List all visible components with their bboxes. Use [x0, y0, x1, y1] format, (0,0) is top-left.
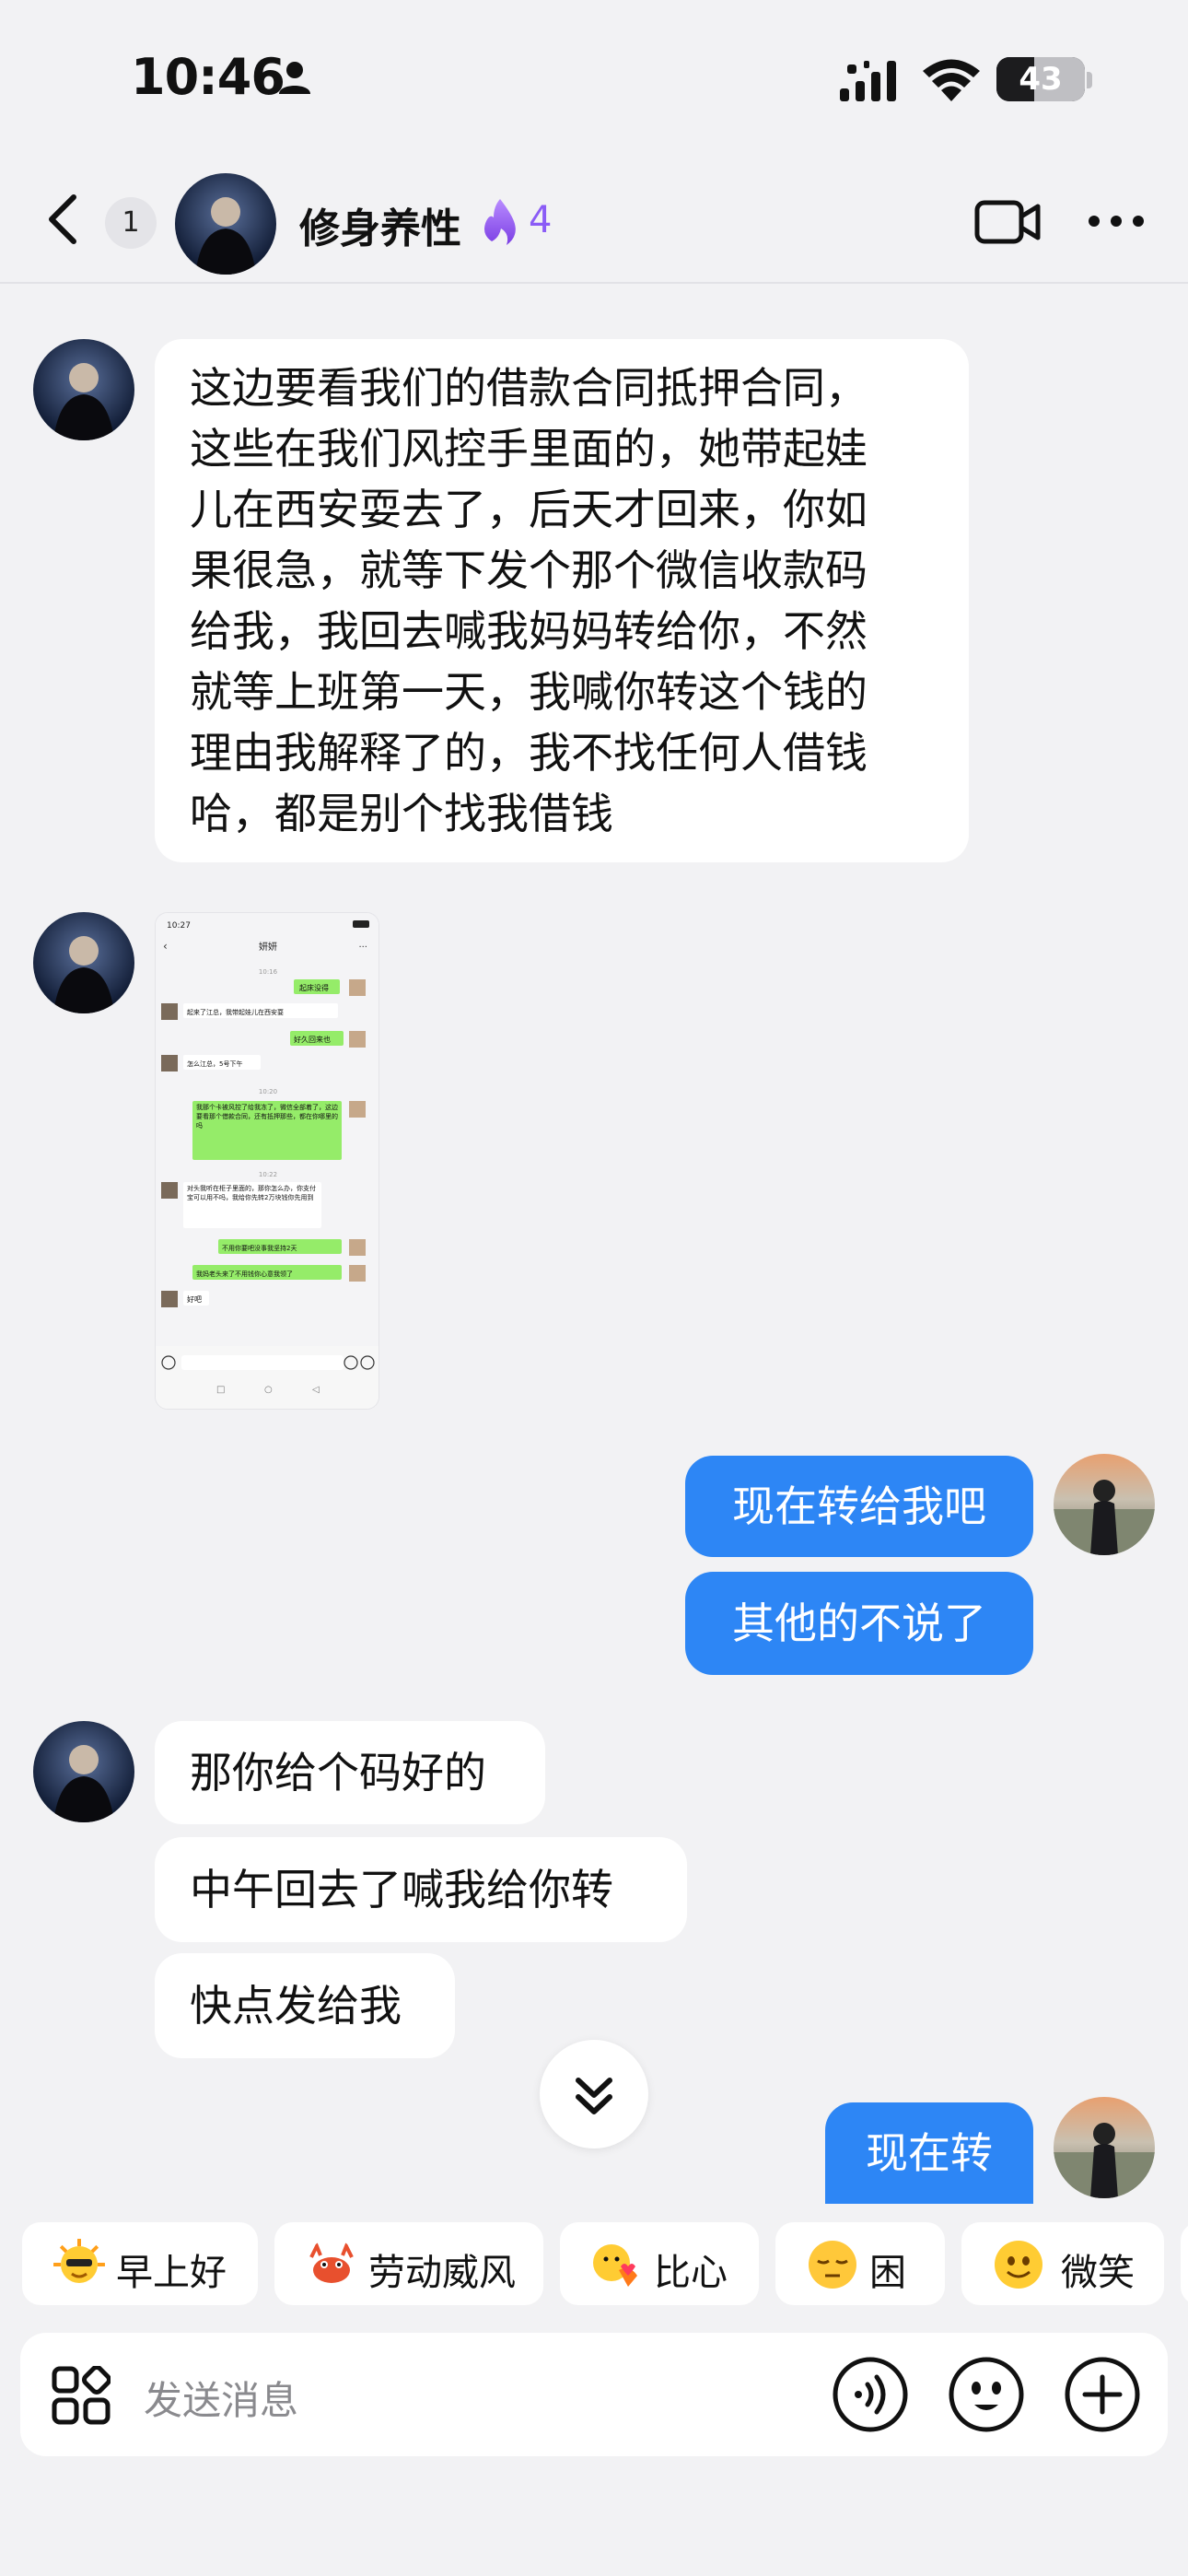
voice-icon[interactable]: [831, 2355, 910, 2434]
flame-icon: [484, 199, 516, 245]
message-line: 就等上班第一天，我喊你转这个钱的: [190, 667, 868, 717]
svg-text:10:20: 10:20: [259, 1088, 277, 1095]
status-bar: 10:46 43: [0, 0, 1188, 157]
shot-title: 妍妍: [259, 941, 277, 953]
message-bubble-incoming[interactable]: 中午回去了喊我给你转: [155, 1837, 687, 1942]
svg-text:‹: ‹: [163, 940, 168, 953]
wifi-icon: [923, 59, 980, 101]
scroll-down-icon: [576, 2078, 612, 2114]
quick-reply-chip[interactable]: [1181, 2222, 1188, 2305]
chat-header: 1 修身养性 4: [0, 157, 1188, 284]
message-bubble-outgoing[interactable]: 其他的不说了: [685, 1572, 1033, 1675]
quick-reply-chip[interactable]: 微笑: [961, 2222, 1164, 2305]
quick-reply-label: 早上好: [116, 2252, 227, 2294]
svg-text:···: ···: [358, 943, 367, 953]
message-line: 果很急，就等下发个那个微信收款码: [190, 545, 868, 595]
back-chevron-icon[interactable]: [44, 192, 81, 247]
svg-text:起来了江总，我带起娃儿在西安耍: 起来了江总，我带起娃儿在西安耍: [187, 1008, 284, 1016]
sleepy-face-icon: [809, 2241, 856, 2289]
quick-reply-chip[interactable]: 比心: [560, 2222, 759, 2305]
contact-avatar[interactable]: [33, 912, 134, 1013]
signal-icon: [840, 61, 896, 101]
message-bubble-outgoing[interactable]: 现在转给我吧: [685, 1456, 1033, 1557]
message-line: 儿在西安耍去了，后天才回来，你如: [190, 485, 868, 534]
svg-text:□: □: [216, 1385, 225, 1395]
more-icon[interactable]: [1087, 212, 1146, 230]
svg-text:怎么江总，5号下午: 怎么江总，5号下午: [187, 1060, 242, 1068]
scroll-down-button[interactable]: [540, 2040, 648, 2149]
svg-text:起床没得: 起床没得: [299, 983, 329, 992]
shot-time: 10:27: [167, 921, 191, 931]
battery-nub: [1087, 72, 1092, 88]
svg-text:好久回来也: 好久回来也: [294, 1035, 331, 1044]
quick-reply-label: 劳动威风: [368, 2252, 516, 2294]
svg-text:○: ○: [264, 1385, 273, 1395]
message-line: 理由我解释了的，我不找任何人借钱: [190, 728, 868, 778]
message-line: 这边要看我们的借款合同抵押合同，: [190, 363, 868, 413]
person-icon: [279, 62, 310, 94]
status-time: 10:46: [131, 48, 285, 106]
quick-reply-chip[interactable]: 劳动威风: [274, 2222, 543, 2305]
plus-icon[interactable]: [1063, 2355, 1142, 2434]
quick-reply-label: 微笑: [1061, 2252, 1135, 2294]
quick-reply-label: 比心: [654, 2252, 728, 2294]
contact-avatar[interactable]: [175, 173, 276, 275]
emoji-icon[interactable]: [947, 2355, 1026, 2434]
crab-sticker-icon: [309, 2242, 354, 2283]
svg-text:10:22: 10:22: [259, 1171, 277, 1178]
image-message-screenshot[interactable]: 10:27 ‹ 妍妍 ··· 10:16 起床没得 起来了江总，我带起娃儿在西安…: [155, 912, 379, 1410]
svg-text:好吧: 好吧: [187, 1294, 202, 1304]
sun-sticker-icon: [53, 2239, 105, 2283]
message-bubble-incoming[interactable]: 快点发给我: [155, 1953, 455, 2058]
smile-face-icon: [995, 2241, 1042, 2289]
battery-percent: 43: [1019, 61, 1063, 98]
message-line: 这些在我们风控手里面的，她带起娃: [190, 424, 868, 474]
message-bubble-incoming[interactable]: 这边要看我们的借款合同抵押合同， 这些在我们风控手里面的，她带起娃 儿在西安耍去…: [155, 339, 969, 862]
my-avatar[interactable]: [1054, 2097, 1155, 2198]
message-bubble-outgoing[interactable]: 现在转: [825, 2102, 1033, 2204]
apps-grid-icon[interactable]: [52, 2366, 111, 2425]
chat-title: 修身养性: [299, 205, 461, 252]
contact-avatar[interactable]: [33, 1721, 134, 1822]
quick-reply-chip[interactable]: 困: [775, 2222, 945, 2305]
battery-icon: 43: [996, 57, 1085, 101]
message-bubble-incoming[interactable]: 那你给个码好的: [155, 1721, 545, 1824]
unread-count-badge[interactable]: 1: [105, 197, 157, 249]
message-line: 哈，都是别个找我借钱: [190, 789, 613, 838]
quick-reply-label: 困: [869, 2252, 906, 2294]
streak-count: 4: [529, 199, 553, 241]
message-line: 给我，我回去喊我妈妈转给你，不然: [190, 606, 868, 656]
svg-text:◁: ◁: [312, 1385, 320, 1395]
my-avatar[interactable]: [1054, 1454, 1155, 1555]
message-input-bar: 发送消息: [20, 2333, 1168, 2456]
quick-reply-chip[interactable]: 早上好: [22, 2222, 258, 2305]
svg-text:不用你要吧没事我坚持2天: 不用你要吧没事我坚持2天: [222, 1244, 297, 1252]
contact-avatar[interactable]: [33, 339, 134, 440]
quick-reply-bar: 早上好 劳动威风 比心 困 微笑: [0, 2204, 1188, 2318]
svg-text:我妈老头来了不用钱你心意我领了: 我妈老头来了不用钱你心意我领了: [196, 1270, 293, 1278]
heart-hands-sticker-icon: [593, 2244, 637, 2287]
video-call-icon[interactable]: [974, 199, 1041, 245]
svg-text:10:16: 10:16: [259, 968, 278, 976]
message-input[interactable]: 发送消息: [144, 2370, 298, 2426]
